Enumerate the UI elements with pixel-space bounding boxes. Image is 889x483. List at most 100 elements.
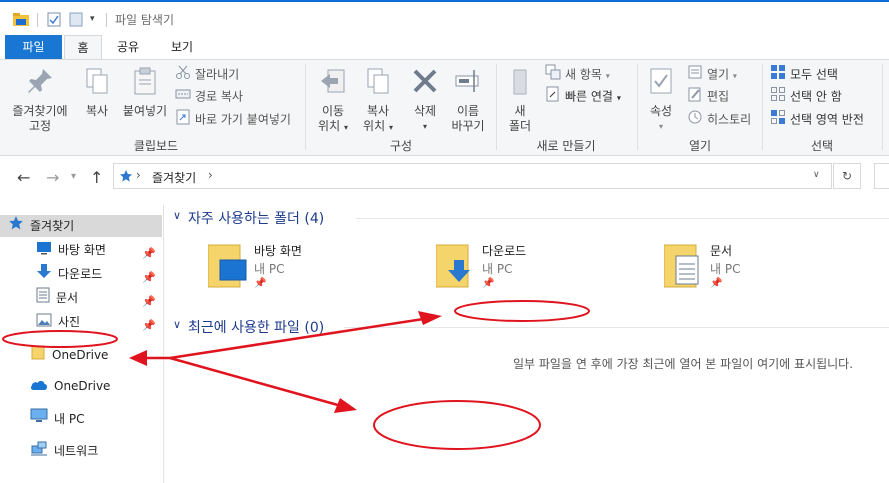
select-all-button[interactable]: 모두 선택	[770, 64, 838, 84]
navigation-pane: 즐겨찾기 바탕 화면 📌 다운로드 📌 문서 📌 사진 📌 OneDrive O…	[0, 205, 164, 483]
sidebar-item-label: 사진	[58, 315, 81, 329]
pin-label-line2: 고정	[28, 119, 52, 133]
sidebar-item-this-pc[interactable]: 내 PC	[30, 408, 162, 430]
address-path[interactable]: 즐겨찾기	[152, 169, 196, 186]
invert-selection-label: 선택 영역 반전	[790, 112, 864, 127]
cut-label: 잘라내기	[195, 67, 240, 82]
sidebar-item-pictures[interactable]: 사진 📌	[36, 311, 162, 333]
download-icon	[36, 263, 52, 286]
up-arrow-icon[interactable]: ↑	[90, 168, 103, 187]
select-none-icon	[770, 86, 786, 108]
pin-label-line1: 즐겨찾기에	[12, 104, 68, 118]
back-arrow-icon[interactable]: ←	[17, 168, 30, 187]
desktop-folder-icon	[207, 242, 248, 291]
copy-path-label: 경로 복사	[195, 89, 243, 104]
move-to-icon	[313, 66, 353, 100]
paste-icon	[119, 66, 171, 100]
tab-home[interactable]: 홈	[64, 35, 102, 59]
pin-icon[interactable]: 📌	[142, 243, 156, 265]
delete-chevron-icon: ▾	[422, 122, 427, 131]
move-to-button[interactable]: 이동 위치 ▾	[313, 66, 353, 135]
collapse-chevron-icon[interactable]: ∨	[173, 209, 181, 222]
folder-tile-desktop[interactable]: 바탕 화면 내 PC 📌	[207, 242, 408, 298]
pin-icon	[8, 66, 72, 100]
star-icon	[8, 215, 24, 238]
sidebar-item-label: 바탕 화면	[58, 243, 106, 257]
search-input[interactable]	[874, 163, 889, 189]
sidebar-item-label: 네트워크	[54, 444, 99, 458]
paste-button[interactable]: 붙여넣기	[119, 66, 171, 119]
properties-label: 속성	[649, 104, 673, 118]
pin-icon: 📌	[254, 278, 267, 289]
new-folder-icon	[503, 66, 537, 100]
new-group-label: 새로 만들기	[536, 139, 596, 153]
edit-button[interactable]: 편집	[687, 86, 729, 106]
recent-locations-chevron-icon[interactable]: ▾	[71, 171, 76, 182]
clipboard-group-label: 클립보드	[133, 139, 179, 153]
folder-tile-documents[interactable]: 문서 내 PC 📌	[663, 242, 864, 298]
customize-toolbar-chevron-icon[interactable]: ▾	[90, 14, 95, 24]
new-folder-quick-icon[interactable]	[69, 12, 83, 30]
sidebar-item-onedrive-folder[interactable]: OneDrive	[30, 344, 162, 366]
cut-button[interactable]: 잘라내기	[175, 64, 239, 84]
new-folder-button[interactable]: 새 폴더	[503, 66, 537, 134]
copy-path-button[interactable]: 경로 복사	[175, 86, 243, 106]
tab-share[interactable]: 공유	[106, 35, 150, 59]
copy-button[interactable]: 복사	[78, 66, 116, 119]
recent-files-header[interactable]: 최근에 사용한 파일 (0)	[188, 317, 324, 337]
delete-button[interactable]: 삭제 ▾	[407, 66, 443, 134]
breadcrumb-chevron-icon[interactable]: ›	[208, 168, 213, 182]
file-explorer-icon[interactable]	[12, 11, 30, 30]
sidebar-item-downloads[interactable]: 다운로드 📌	[36, 263, 162, 285]
select-all-label: 모두 선택	[790, 67, 838, 82]
history-button[interactable]: 히스토리	[687, 109, 751, 129]
collapse-chevron-icon[interactable]: ∨	[173, 318, 181, 331]
tab-view[interactable]: 보기	[160, 35, 204, 59]
easy-access-label: 빠른 연결	[565, 89, 613, 104]
address-bar[interactable]: › 즐겨찾기 › ∨	[113, 163, 832, 189]
new-item-button[interactable]: 새 항목 ▾	[545, 64, 610, 84]
sidebar-item-desktop[interactable]: 바탕 화면 📌	[36, 239, 162, 261]
rename-icon	[446, 66, 490, 100]
sidebar-item-label: OneDrive	[52, 348, 109, 362]
pin-icon[interactable]: 📌	[142, 291, 156, 313]
select-none-button[interactable]: 선택 안 함	[770, 86, 842, 106]
sidebar-item-network[interactable]: 네트워크	[30, 440, 162, 462]
easy-access-button[interactable]: 빠른 연결 ▾	[545, 86, 621, 106]
copy-label: 복사	[85, 104, 109, 118]
forward-arrow-icon[interactable]: →	[46, 168, 59, 187]
pin-icon: 📌	[710, 278, 723, 289]
paste-shortcut-button[interactable]: 바로 가기 붙여넣기	[175, 109, 291, 129]
open-chevron-icon: ▾	[732, 71, 737, 81]
properties-button[interactable]: 속성 ▾	[643, 66, 679, 134]
frequent-folders-header[interactable]: 자주 사용하는 폴더 (4)	[188, 208, 324, 228]
history-label: 히스토리	[707, 112, 752, 127]
folder-location: 내 PC	[482, 262, 513, 276]
rename-button[interactable]: 이름 바꾸기	[446, 66, 490, 134]
sidebar-item-onedrive[interactable]: OneDrive	[30, 375, 162, 397]
history-icon	[687, 109, 703, 131]
refresh-icon[interactable]: ↻	[833, 163, 861, 189]
tab-file[interactable]: 파일	[5, 35, 62, 59]
pin-to-quick-access-button[interactable]: 즐겨찾기에 고정	[8, 66, 72, 134]
pin-icon[interactable]: 📌	[142, 315, 156, 337]
copy-to-chevron-icon: ▾	[388, 123, 393, 132]
open-button[interactable]: 열기 ▾	[687, 64, 737, 84]
copy-to-button[interactable]: 복사 위치 ▾	[354, 66, 402, 135]
properties-quick-icon[interactable]	[47, 12, 61, 30]
copy-to-icon	[354, 66, 402, 100]
invert-selection-button[interactable]: 선택 영역 반전	[770, 109, 864, 129]
new-item-label: 새 항목	[565, 67, 602, 82]
address-dropdown-icon[interactable]: ∨	[813, 170, 820, 180]
copy-to-label-line2: 위치	[363, 119, 386, 133]
copy-icon	[78, 66, 116, 100]
pin-icon[interactable]: 📌	[142, 267, 156, 289]
folder-tile-downloads[interactable]: 다운로드 내 PC 📌	[435, 242, 636, 298]
cloud-icon	[30, 376, 48, 398]
folder-name: 바탕 화면	[254, 244, 302, 258]
edit-icon	[687, 86, 703, 108]
delete-x-icon	[407, 66, 443, 100]
sidebar-item-quick-access[interactable]: 즐겨찾기	[0, 215, 162, 237]
sidebar-item-documents[interactable]: 문서 📌	[36, 287, 162, 309]
sidebar-item-label: 다운로드	[58, 267, 103, 281]
